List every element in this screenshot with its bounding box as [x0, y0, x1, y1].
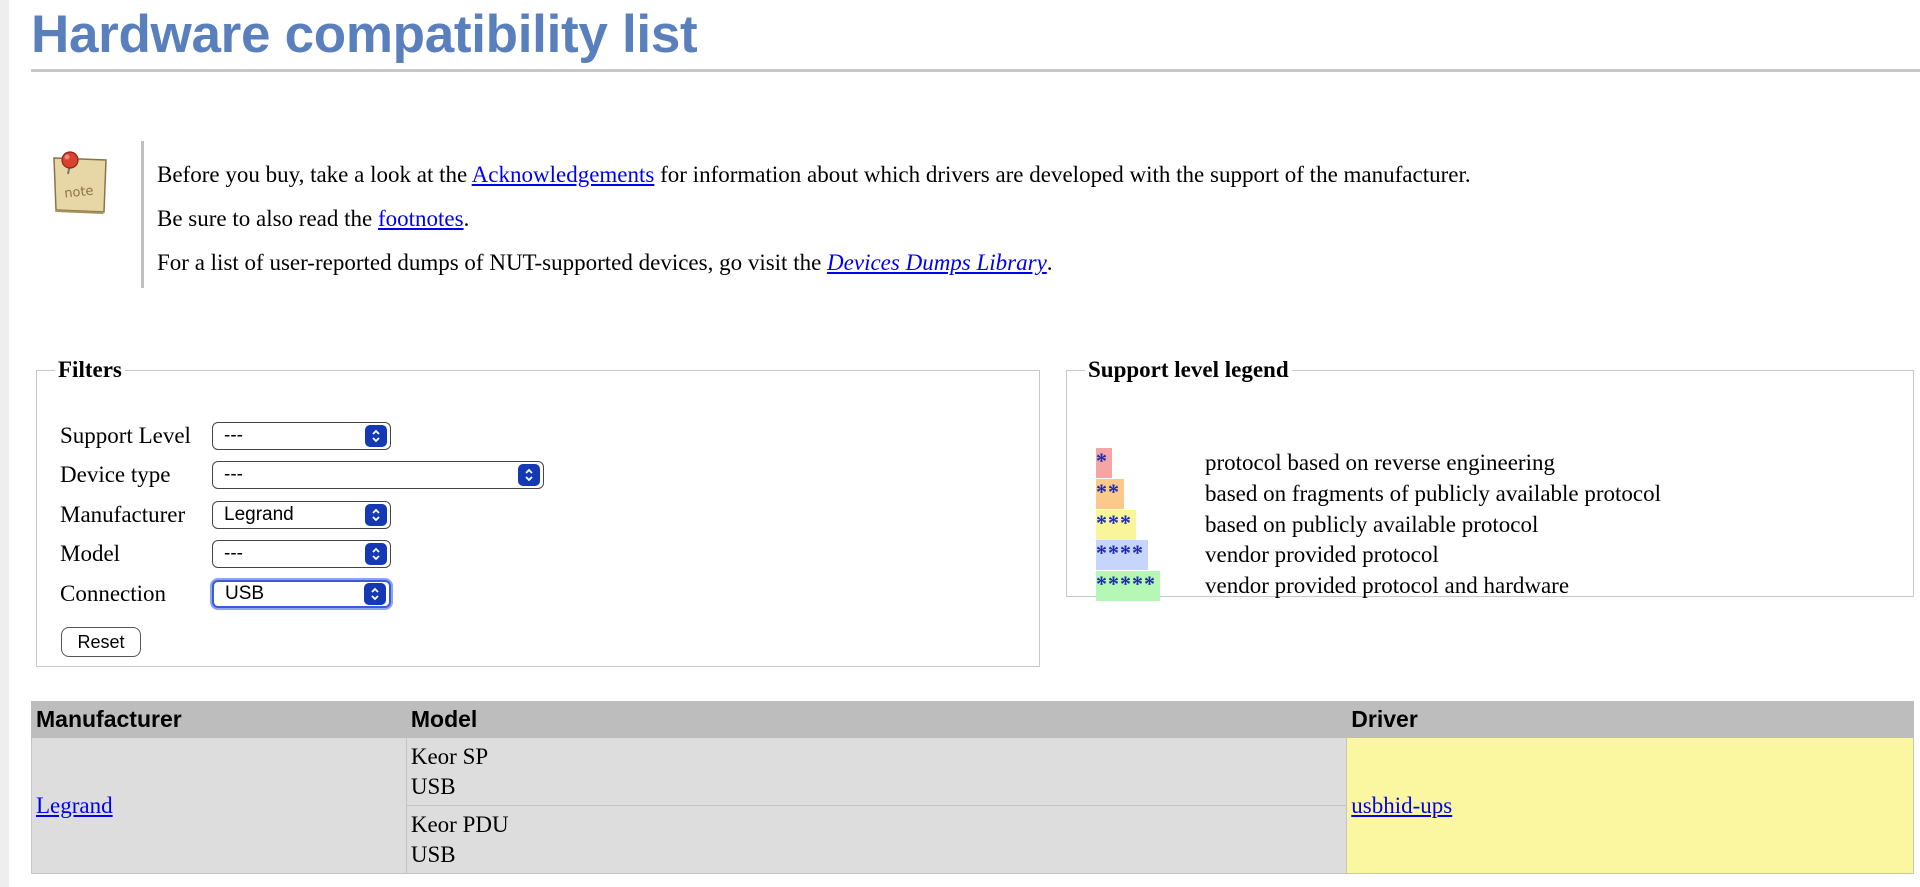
note-line-acknowledgements: Before you buy, take a look at the Ackno… [157, 153, 1471, 197]
chevron-up-down-icon [518, 464, 540, 486]
connection-label: Connection [60, 581, 167, 606]
legend-stars-4: **** [1096, 540, 1148, 570]
support-level-label: Support Level [60, 423, 191, 448]
note-line1-prefix: Before you buy, take a look at the [157, 162, 472, 187]
model-select[interactable]: --- [212, 540, 391, 568]
model-label: Model [60, 541, 121, 566]
legend-desc-5: vendor provided protocol and hardware [1205, 573, 1570, 598]
note-icon: note [50, 150, 110, 218]
legend-stars-3: *** [1096, 510, 1136, 540]
connection-value: USB [225, 583, 265, 604]
model-connection: USB [410, 774, 456, 799]
filters-legend: Filters [58, 357, 122, 382]
model-cell: Keor PDU USB [405, 805, 1348, 874]
legend-stars-5: ***** [1096, 571, 1160, 601]
note-icon-label: note [64, 184, 95, 202]
header-model: Model [405, 701, 1348, 738]
manufacturer-label: Manufacturer [60, 502, 186, 527]
model-cell: Keor SP USB [405, 737, 1348, 806]
legend-desc-2: based on fragments of publicly available… [1205, 481, 1662, 506]
devices-dumps-library-link[interactable]: Devices Dumps Library [827, 250, 1047, 275]
driver-link[interactable]: usbhid-ups [1351, 793, 1452, 818]
chevron-up-down-icon [365, 504, 387, 526]
legend-row-1: * protocol based on reverse engineering [1096, 448, 1555, 478]
reset-button[interactable]: Reset [61, 627, 141, 657]
legend-row-3: *** based on publicly available protocol [1096, 510, 1538, 540]
model-value: --- [224, 543, 243, 564]
connection-select[interactable]: USB [212, 580, 391, 608]
chevron-up-down-icon [364, 583, 386, 605]
filter-support-level: Support Level --- [60, 420, 391, 452]
legend-stars-2: ** [1096, 479, 1124, 509]
legend-row-4: **** vendor provided protocol [1096, 540, 1439, 570]
device-type-label: Device type [60, 462, 171, 487]
legend-row-5: ***** vendor provided protocol and hardw… [1096, 571, 1569, 601]
filters-panel: Filters Support Level --- Device type --… [36, 357, 1040, 667]
model-name: Keor SP [410, 744, 489, 769]
footnotes-link[interactable]: footnotes [378, 206, 464, 231]
chevron-up-down-icon [365, 425, 387, 447]
table-header-row: Manufacturer Model Driver [31, 701, 1914, 738]
model-connection: USB [410, 842, 456, 867]
manufacturer-select[interactable]: Legrand [212, 501, 391, 529]
support-level-select[interactable]: --- [212, 422, 391, 450]
legend-row-2: ** based on fragments of publicly availa… [1096, 479, 1661, 509]
legend-stars-1: * [1096, 448, 1112, 478]
device-type-value: --- [224, 464, 243, 485]
manufacturer-cell: Legrand [31, 737, 407, 874]
filter-device-type: Device type --- [60, 459, 544, 491]
device-type-select[interactable]: --- [212, 461, 544, 489]
note-line-dumps: For a list of user-reported dumps of NUT… [157, 241, 1471, 285]
note-line-footnotes: Be sure to also read the footnotes. [157, 197, 1471, 241]
note-line1-suffix: for information about which drivers are … [654, 162, 1471, 187]
model-name: Keor PDU [410, 812, 509, 837]
header-manufacturer: Manufacturer [31, 701, 407, 738]
driver-cell: usbhid-ups [1346, 737, 1914, 874]
manufacturer-link[interactable]: Legrand [36, 793, 113, 818]
note-line3-suffix: . [1046, 250, 1053, 275]
note-line2-suffix: . [463, 206, 470, 231]
left-margin-bar [0, 0, 9, 887]
page-title: Hardware compatibility list [31, 5, 698, 64]
title-divider [31, 69, 1920, 72]
note-text: Before you buy, take a look at the Ackno… [157, 153, 1471, 285]
support-level-legend-panel: Support level legend * protocol based on… [1066, 357, 1914, 601]
legend-desc-1: protocol based on reverse engineering [1205, 450, 1555, 475]
note-line3-prefix: For a list of user-reported dumps of NUT… [157, 250, 828, 275]
legend-desc-4: vendor provided protocol [1205, 542, 1439, 567]
note-divider [141, 141, 144, 288]
support-legend-title: Support level legend [1088, 357, 1289, 382]
table-row: Legrand Keor SP USB usbhid-ups [31, 737, 1914, 874]
acknowledgements-link[interactable]: Acknowledgements [472, 162, 655, 187]
filter-manufacturer: Manufacturer Legrand [60, 499, 391, 531]
chevron-up-down-icon [365, 543, 387, 565]
support-level-value: --- [224, 425, 243, 446]
manufacturer-value: Legrand [224, 504, 294, 525]
header-driver: Driver [1346, 701, 1914, 738]
filter-connection: Connection USB [60, 578, 391, 610]
legend-desc-3: based on publicly available protocol [1205, 512, 1539, 537]
filter-model: Model --- [60, 538, 391, 570]
note-line2-prefix: Be sure to also read the [157, 206, 378, 231]
hardware-table: Manufacturer Model Driver Legrand Keor S… [31, 701, 1914, 874]
